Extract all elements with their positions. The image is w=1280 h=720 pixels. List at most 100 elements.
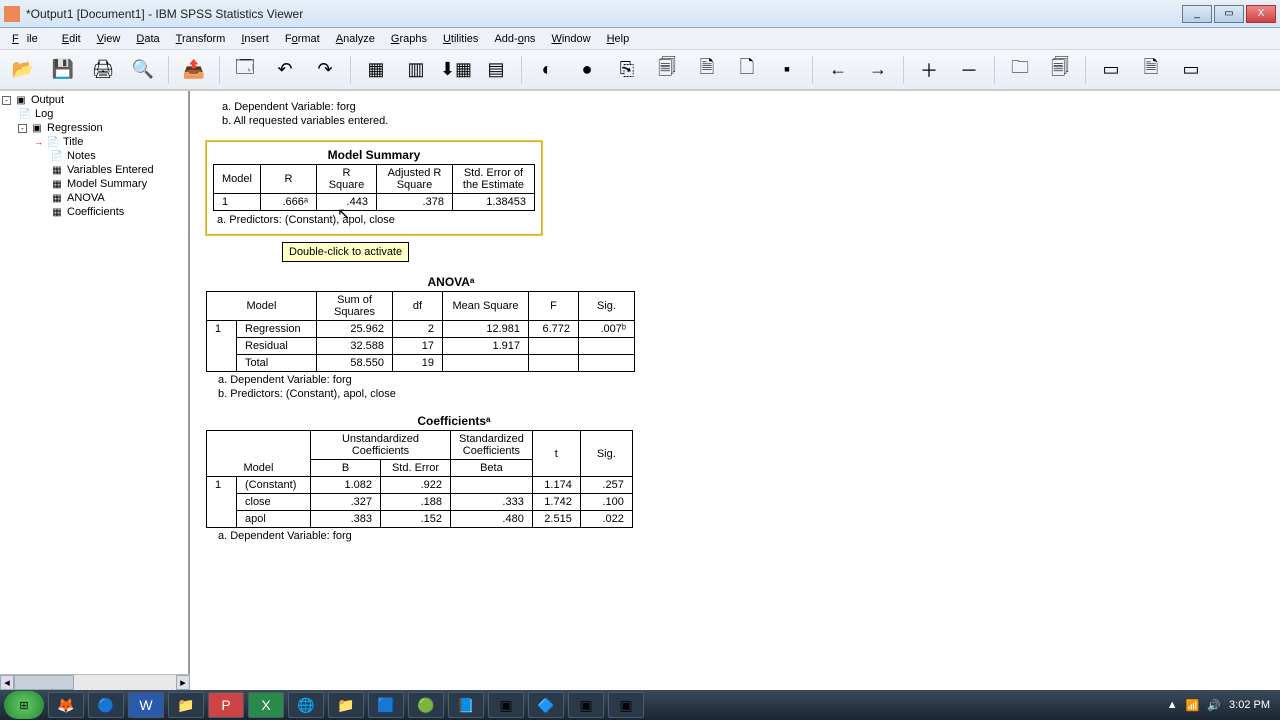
insert-page-button[interactable]: 🗐	[650, 53, 684, 87]
tree-model-summary[interactable]: ▦ Model Summary	[2, 177, 186, 191]
maximize-button[interactable]: ▭	[1214, 5, 1244, 23]
model-summary-group: Model Summary Model R R Square Adjusted …	[206, 141, 1272, 235]
expand-button[interactable]: ＋	[912, 53, 946, 87]
show-hide-button[interactable]: 🗀	[1003, 53, 1037, 87]
separator	[994, 56, 995, 84]
menu-data[interactable]: Data	[128, 30, 167, 48]
goto-variable-button[interactable]: ▥	[399, 53, 433, 87]
collapse-icon[interactable]: -	[2, 96, 11, 105]
tree-label: Variables Entered	[67, 164, 154, 176]
open-button[interactable]: 📂	[6, 53, 40, 87]
menu-graphs[interactable]: Graphs	[383, 30, 435, 48]
notes-icon: 📄	[50, 150, 64, 162]
task-word[interactable]: W	[128, 692, 164, 718]
task-chrome[interactable]: 🔵	[88, 692, 124, 718]
menu-file[interactable]: File	[4, 30, 54, 48]
menu-addons[interactable]: Add-ons	[486, 30, 543, 48]
menu-analyze[interactable]: Analyze	[328, 30, 383, 48]
task-firefox[interactable]: 🦊	[48, 692, 84, 718]
insert-title-button[interactable]: ●	[570, 53, 604, 87]
tree-label: Notes	[67, 150, 96, 162]
designate-button[interactable]: 🗋	[730, 53, 764, 87]
forward-button[interactable]: →	[861, 53, 895, 87]
model-summary-table[interactable]: Model Summary Model R R Square Adjusted …	[206, 141, 542, 235]
task-app2[interactable]: 🟦	[368, 692, 404, 718]
export-button[interactable]: 📤	[177, 53, 211, 87]
back-button[interactable]: ←	[821, 53, 855, 87]
print-button[interactable]: 🖨	[86, 53, 120, 87]
copy-button[interactable]: 🗐	[1043, 53, 1077, 87]
menu-format[interactable]: Format	[277, 30, 328, 48]
coefficients-group: Coefficientsᵃ Model Unstandardized Coeff…	[206, 414, 1272, 542]
outline-tree[interactable]: - ▣ Output 📄 Log - ▣ Regression → 📄 Titl…	[0, 91, 190, 674]
tray-time[interactable]: 3:02 PM	[1229, 699, 1270, 711]
insert-text-button[interactable]: ⎘	[610, 53, 644, 87]
footnote: b. Predictors: (Constant), apol, close	[218, 388, 1272, 400]
menu-view[interactable]: View	[89, 30, 129, 48]
start-button[interactable]: ⊞	[4, 691, 44, 719]
save-button[interactable]: 💾	[46, 53, 80, 87]
separator	[812, 56, 813, 84]
task-excel[interactable]: X	[248, 692, 284, 718]
log-icon: 📄	[18, 108, 32, 120]
variables-button[interactable]: ⬇▦	[439, 53, 473, 87]
task-app7[interactable]: ▣	[608, 692, 644, 718]
script-button[interactable]: 🗎	[1134, 53, 1168, 87]
goto-data-button[interactable]: ▦	[359, 53, 393, 87]
task-app3[interactable]: 🟢	[408, 692, 444, 718]
menu-utilities[interactable]: Utilities	[435, 30, 486, 48]
select-cases-button[interactable]: ▤	[479, 53, 513, 87]
tree-log[interactable]: 📄 Log	[2, 107, 186, 121]
footnote: a. Predictors: (Constant), apol, close	[217, 214, 535, 226]
tray-network-icon[interactable]: 📶	[1186, 699, 1200, 712]
menu-insert[interactable]: Insert	[233, 30, 277, 48]
tree-variables-entered[interactable]: ▦ Variables Entered	[2, 163, 186, 177]
tree-anova[interactable]: ▦ ANOVA	[2, 191, 186, 205]
menu-help[interactable]: Help	[599, 30, 638, 48]
task-explorer[interactable]: 📁	[328, 692, 364, 718]
tray-volume-icon[interactable]: 🔊	[1207, 699, 1221, 712]
tree-output[interactable]: - ▣ Output	[2, 93, 186, 107]
task-app5[interactable]: 🔷	[528, 692, 564, 718]
menu-edit[interactable]: Edit	[54, 30, 89, 48]
tree-coefficients[interactable]: ▦ Coefficients	[2, 205, 186, 219]
undo-button[interactable]: ↶	[268, 53, 302, 87]
collapse-icon[interactable]: -	[18, 124, 27, 133]
run-button[interactable]: ▪	[770, 53, 804, 87]
tree-title[interactable]: → 📄 Title	[2, 135, 186, 149]
task-app1[interactable]: 📁	[168, 692, 204, 718]
pivot-button[interactable]: ▭	[1094, 53, 1128, 87]
collapse-button[interactable]: －	[952, 53, 986, 87]
chart-button[interactable]: ▭	[1174, 53, 1208, 87]
tree-regression[interactable]: - ▣ Regression	[2, 121, 186, 135]
insert-new-button[interactable]: 🗎	[690, 53, 724, 87]
table-row: Residual 32.588 17 1.917	[207, 338, 635, 355]
tree-h-scrollbar[interactable]: ◂▸	[0, 674, 190, 690]
table-row: close .327 .188 .333 1.742 .100	[207, 494, 633, 511]
recall-dialog-button[interactable]: 🗔	[228, 53, 262, 87]
print-preview-button[interactable]: 🔍	[126, 53, 160, 87]
tree-notes[interactable]: 📄 Notes	[2, 149, 186, 163]
titlebar: *Output1 [Document1] - IBM SPSS Statisti…	[0, 0, 1280, 28]
task-spss[interactable]: ▣	[488, 692, 524, 718]
output-pane[interactable]: a. Dependent Variable: forg b. All reque…	[190, 91, 1280, 690]
redo-button[interactable]: ↷	[308, 53, 342, 87]
coefficients-table[interactable]: Model Unstandardized Coefficients Standa…	[206, 430, 633, 528]
task-powerpoint[interactable]: P	[208, 692, 244, 718]
task-app4[interactable]: 📘	[448, 692, 484, 718]
tray-flag-icon[interactable]: ▲	[1167, 699, 1178, 711]
toolbar: 📂 💾 🖨 🔍 📤 🗔 ↶ ↷ ▦ ▥ ⬇▦ ▤ ◐ ● ⎘ 🗐 🗎 🗋 ▪ ←…	[0, 50, 1280, 90]
task-app6[interactable]: ▣	[568, 692, 604, 718]
menu-window[interactable]: Window	[543, 30, 598, 48]
menu-transform[interactable]: Transform	[168, 30, 234, 48]
col-se: Std. Error	[381, 460, 451, 477]
insert-heading-button[interactable]: ◐	[530, 53, 564, 87]
task-ie[interactable]: 🌐	[288, 692, 324, 718]
table-row: 1 .666ᵃ .443 .378 1.38453	[214, 194, 535, 211]
table-row: 1 (Constant) 1.082 .922 1.174 .257	[207, 477, 633, 494]
separator	[1085, 56, 1086, 84]
anova-table[interactable]: Model Sum of Squares df Mean Square F Si…	[206, 291, 635, 372]
minimize-button[interactable]: _	[1182, 5, 1212, 23]
system-tray[interactable]: ▲ 📶 🔊 3:02 PM	[1167, 699, 1276, 712]
close-button[interactable]: X	[1246, 5, 1276, 23]
